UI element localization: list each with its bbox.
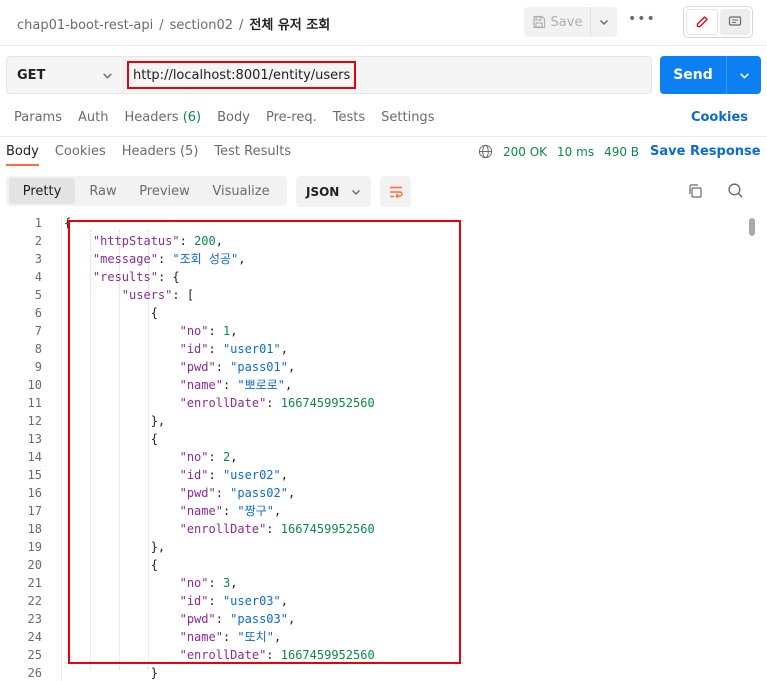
- save-response-label: Save Response: [650, 144, 761, 159]
- response-tab-test-results[interactable]: Test Results: [214, 144, 291, 166]
- line-number: 8: [34, 342, 42, 356]
- line-number: 2: [34, 234, 42, 248]
- response-time[interactable]: 10 ms: [557, 145, 594, 159]
- line-number: 25: [27, 648, 42, 662]
- line-number: 26: [27, 666, 42, 680]
- line-number: 17: [27, 504, 42, 518]
- line-number: 1: [34, 216, 42, 230]
- line-number: 16: [27, 486, 42, 500]
- tab-headers-count: (6): [182, 110, 202, 125]
- line-number: 3: [34, 252, 42, 266]
- breadcrumb: chap01-boot-rest-api / section02 / 전체 유저 조회: [17, 14, 330, 33]
- line-number: 19: [27, 540, 42, 554]
- code-text: }: [64, 664, 158, 681]
- url-input[interactable]: http://localhost:8001/entity/users: [124, 56, 652, 94]
- line-number: 7: [34, 324, 42, 338]
- line-number: 23: [27, 612, 42, 626]
- line-number: 13: [27, 432, 42, 446]
- highlight-annotation: [68, 220, 461, 664]
- view-raw-button[interactable]: Raw: [75, 178, 131, 204]
- line-number: 11: [27, 396, 42, 410]
- line-number: 5: [34, 288, 42, 302]
- vertical-scrollbar[interactable]: [748, 216, 758, 681]
- save-response-button[interactable]: Save Response: [650, 144, 767, 159]
- response-status: 200 OK 10 ms 490 B: [478, 144, 639, 159]
- line-number: 22: [27, 594, 42, 608]
- http-method-select[interactable]: GET: [6, 56, 124, 94]
- wrap-lines-button[interactable]: [380, 176, 411, 207]
- save-button[interactable]: Save: [524, 7, 591, 37]
- divider: [0, 136, 767, 137]
- scrollbar-thumb[interactable]: [749, 218, 755, 236]
- view-pretty-button[interactable]: Pretty: [9, 178, 75, 204]
- copy-icon[interactable]: [687, 183, 703, 199]
- breadcrumb-separator: /: [159, 18, 164, 33]
- comment-icon: [728, 16, 742, 26]
- more-icon[interactable]: •••: [628, 11, 655, 33]
- breadcrumb-collection[interactable]: chap01-boot-rest-api: [17, 18, 153, 33]
- tab-auth[interactable]: Auth: [78, 110, 108, 125]
- tab-body[interactable]: Body: [217, 110, 250, 125]
- line-number: 18: [27, 522, 42, 536]
- line-number: 15: [27, 468, 42, 482]
- line-number: 4: [34, 270, 42, 284]
- edit-mode-button[interactable]: [686, 9, 718, 35]
- http-method-value: GET: [17, 67, 46, 83]
- breadcrumb-request-name[interactable]: 전체 유저 조회: [249, 18, 330, 33]
- send-options-dropdown[interactable]: [727, 56, 761, 94]
- globe-icon[interactable]: [478, 144, 493, 159]
- cookies-link[interactable]: Cookies: [691, 110, 748, 125]
- view-visualize-button[interactable]: Visualize: [198, 178, 284, 204]
- line-number: 14: [27, 450, 42, 464]
- line-number: 24: [27, 630, 42, 644]
- tab-headers[interactable]: Headers (6): [124, 110, 201, 125]
- status-code[interactable]: 200 OK: [503, 145, 547, 159]
- chevron-down-icon: [352, 189, 360, 195]
- tab-prereq[interactable]: Pre-req.: [266, 110, 317, 125]
- line-number: 20: [27, 558, 42, 572]
- view-preview-button[interactable]: Preview: [131, 178, 198, 204]
- send-button-group: Send: [660, 56, 761, 94]
- response-size[interactable]: 490 B: [604, 145, 639, 159]
- tab-params[interactable]: Params: [14, 110, 62, 125]
- request-tabs: Params Auth Headers (6) Body Pre-req. Te…: [14, 110, 434, 125]
- tab-headers-label: Headers: [124, 110, 179, 125]
- top-bar: chap01-boot-rest-api / section02/전체 유저 조회 …: [0, 0, 767, 46]
- breadcrumb-separator: /: [239, 18, 244, 33]
- save-button-group: Save: [524, 7, 617, 37]
- url-value: http://localhost:8001/entity/users: [127, 61, 357, 89]
- line-number: 9: [34, 360, 42, 374]
- comments-mode-button[interactable]: [720, 9, 750, 35]
- line-number: 12: [27, 414, 42, 428]
- code-line: 26 }: [0, 664, 760, 681]
- search-icon[interactable]: [727, 182, 744, 199]
- chevron-down-icon: [103, 72, 112, 79]
- json-punctuation: }: [64, 666, 158, 680]
- view-mode-selector: Pretty Raw Preview Visualize: [6, 176, 287, 206]
- pencil-icon: [696, 16, 708, 28]
- save-button-label: Save: [550, 14, 583, 30]
- line-number: 6: [34, 306, 42, 320]
- line-number: 21: [27, 576, 42, 590]
- mode-toggle: [683, 6, 753, 38]
- format-select[interactable]: JSON: [296, 176, 371, 207]
- format-select-value: JSON: [306, 184, 340, 199]
- save-icon: [532, 15, 545, 29]
- breadcrumb-folder[interactable]: section02: [170, 18, 233, 33]
- response-body-editor[interactable]: 1{2 "httpStatus": 200, 3 "message": "조회 성…: [0, 216, 767, 681]
- send-button[interactable]: Send: [660, 56, 727, 94]
- response-tab-cookies[interactable]: Cookies: [55, 144, 106, 166]
- tab-settings[interactable]: Settings: [381, 110, 434, 125]
- chevron-down-icon: [600, 20, 608, 25]
- response-tabs: Body Cookies Headers (5) Test Results: [6, 144, 291, 166]
- tab-tests[interactable]: Tests: [333, 110, 365, 125]
- save-options-dropdown[interactable]: [591, 7, 617, 37]
- line-number: 10: [27, 378, 42, 392]
- response-tab-headers[interactable]: Headers (5): [122, 144, 199, 166]
- wrap-icon: [389, 186, 403, 198]
- response-tab-body[interactable]: Body: [6, 144, 39, 166]
- chevron-down-icon: [739, 72, 749, 79]
